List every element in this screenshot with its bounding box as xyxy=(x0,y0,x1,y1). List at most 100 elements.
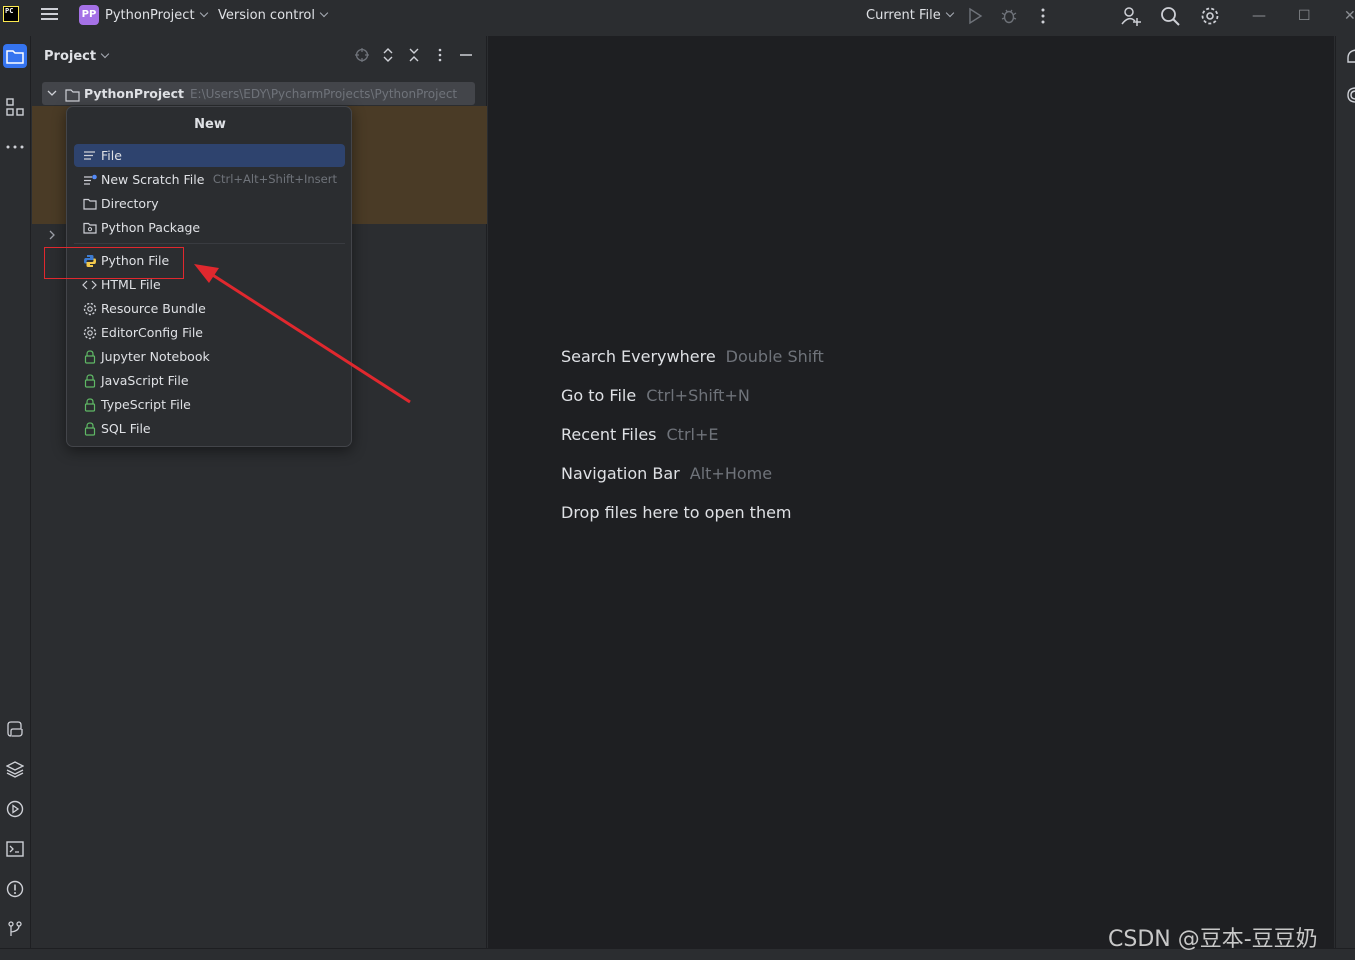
search-icon[interactable] xyxy=(1159,5,1181,27)
collapse-all-icon[interactable] xyxy=(406,48,422,66)
menu-item-jupyter-notebook[interactable]: Jupyter Notebook xyxy=(74,345,345,368)
chevron-down-icon xyxy=(319,8,329,18)
settings-gear-icon[interactable] xyxy=(1199,5,1221,27)
gear-icon xyxy=(82,325,97,340)
menu-item-label: New Scratch File xyxy=(101,172,205,187)
right-tool-strip xyxy=(1335,36,1355,948)
lock-icon xyxy=(82,373,97,388)
hint-action: Recent Files xyxy=(561,425,657,444)
hint-action: Search Everywhere xyxy=(561,347,716,366)
menu-item-label: EditorConfig File xyxy=(101,325,203,340)
menu-item-file[interactable]: File xyxy=(74,144,345,167)
close-icon[interactable]: ✕ xyxy=(1344,8,1355,24)
chevron-down-icon xyxy=(945,8,954,18)
main-menu-icon[interactable] xyxy=(40,6,60,24)
services-run-icon[interactable] xyxy=(3,797,27,821)
hint-go-to-file: Go to File Ctrl+Shift+N xyxy=(561,386,750,405)
pycharm-logo-icon: PC xyxy=(3,6,19,22)
menu-item-editorconfig-file[interactable]: EditorConfig File xyxy=(74,321,345,344)
popup-title: New xyxy=(194,117,226,132)
hint-key: Ctrl+E xyxy=(666,425,719,444)
menu-item-label: Jupyter Notebook xyxy=(101,349,210,364)
notifications-bell-icon[interactable] xyxy=(1346,48,1355,70)
menu-item-label: SQL File xyxy=(101,421,151,436)
more-tools-icon[interactable] xyxy=(3,135,27,159)
menu-item-label: Directory xyxy=(101,196,159,211)
project-root-row[interactable]: PythonProject E:\Users\EDY\PycharmProject… xyxy=(42,82,475,105)
chevron-right-icon[interactable] xyxy=(48,229,56,245)
lock-icon xyxy=(82,397,97,412)
menu-item-sql-file[interactable]: SQL File xyxy=(74,417,345,440)
menu-item-directory[interactable]: Directory xyxy=(74,192,345,215)
project-name: PythonProject xyxy=(105,8,195,23)
project-root-path: E:\Users\EDY\PycharmProjects\PythonProje… xyxy=(189,87,458,101)
project-switcher[interactable]: PythonProject xyxy=(105,8,208,23)
project-tool-icon[interactable] xyxy=(3,44,27,68)
minimize-icon[interactable]: — xyxy=(1252,8,1266,24)
menu-item-resource-bundle[interactable]: Resource Bundle xyxy=(74,297,345,320)
gear-icon xyxy=(82,301,97,316)
hide-panel-icon[interactable] xyxy=(458,48,474,66)
chevron-down-icon xyxy=(199,8,208,18)
ai-assistant-icon[interactable] xyxy=(1346,86,1355,108)
annotation-highlight-box xyxy=(44,247,184,279)
folder-icon xyxy=(82,196,97,211)
hint-action: Drop files here to open them xyxy=(561,503,792,522)
more-options-icon[interactable] xyxy=(1032,5,1054,27)
add-user-icon[interactable] xyxy=(1120,5,1142,27)
menu-item-python-package[interactable]: Python Package xyxy=(74,216,345,239)
python-console-icon[interactable] xyxy=(3,717,27,741)
structure-tool-icon[interactable] xyxy=(3,95,27,119)
hint-drop-files: Drop files here to open them xyxy=(561,503,792,522)
terminal-icon[interactable] xyxy=(3,837,27,861)
lock-icon xyxy=(82,421,97,436)
menu-item-shortcut: Ctrl+Alt+Shift+Insert xyxy=(212,172,337,186)
panel-title[interactable]: Project xyxy=(44,49,110,64)
hint-search-everywhere: Search Everywhere Double Shift xyxy=(561,347,824,366)
hint-action: Go to File xyxy=(561,386,637,405)
package-folder-icon xyxy=(82,220,97,235)
file-lines-icon xyxy=(82,148,97,163)
html-brackets-icon xyxy=(82,277,97,292)
hint-key: Double Shift xyxy=(725,347,824,366)
menu-item-new-scratch-file[interactable]: New Scratch File Ctrl+Alt+Shift+Insert xyxy=(74,168,345,191)
menu-separator xyxy=(74,243,345,244)
menu-item-label: Python Package xyxy=(101,220,201,235)
vcs-menu[interactable]: Version control xyxy=(218,8,329,23)
problems-icon[interactable] xyxy=(3,877,27,901)
folder-icon xyxy=(65,86,80,105)
hint-action: Navigation Bar xyxy=(561,464,680,483)
hint-recent-files: Recent Files Ctrl+E xyxy=(561,425,718,444)
project-badge[interactable]: PP xyxy=(79,5,99,25)
title-bar: PC PP PythonProject Version control Curr… xyxy=(0,0,1355,32)
menu-item-label: File xyxy=(101,148,122,163)
chevron-down-icon[interactable] xyxy=(47,82,57,105)
run-config-selector[interactable]: Current File xyxy=(866,8,954,23)
panel-title-label: Project xyxy=(44,49,97,64)
menu-item-label: TypeScript File xyxy=(101,397,191,412)
vcs-label: Version control xyxy=(218,8,315,23)
hint-navigation-bar: Navigation Bar Alt+Home xyxy=(561,464,772,483)
git-branch-icon[interactable] xyxy=(3,917,27,941)
watermark-text: CSDN @豆本-豆豆奶 xyxy=(1108,927,1318,952)
run-icon[interactable] xyxy=(964,5,986,27)
hint-key: Ctrl+Shift+N xyxy=(646,386,750,405)
layers-icon[interactable] xyxy=(3,757,27,781)
menu-item-javascript-file[interactable]: JavaScript File xyxy=(74,369,345,392)
locate-target-icon[interactable] xyxy=(354,48,370,66)
options-kebab-icon[interactable] xyxy=(432,48,448,66)
menu-item-typescript-file[interactable]: TypeScript File xyxy=(74,393,345,416)
scratch-file-icon xyxy=(82,172,97,187)
lock-icon xyxy=(82,349,97,364)
debug-icon[interactable] xyxy=(998,5,1020,27)
project-root-name: PythonProject xyxy=(84,86,184,101)
menu-item-label: JavaScript File xyxy=(101,373,189,388)
menu-item-label: Resource Bundle xyxy=(101,301,206,316)
maximize-icon[interactable]: ☐ xyxy=(1298,8,1311,24)
hint-key: Alt+Home xyxy=(689,464,773,483)
editor-empty-area: Search Everywhere Double Shift Go to File… xyxy=(488,36,1334,948)
run-config-label: Current File xyxy=(866,8,941,23)
chevron-down-icon xyxy=(100,49,110,59)
left-tool-strip xyxy=(0,36,31,948)
expand-all-icon[interactable] xyxy=(380,48,396,66)
